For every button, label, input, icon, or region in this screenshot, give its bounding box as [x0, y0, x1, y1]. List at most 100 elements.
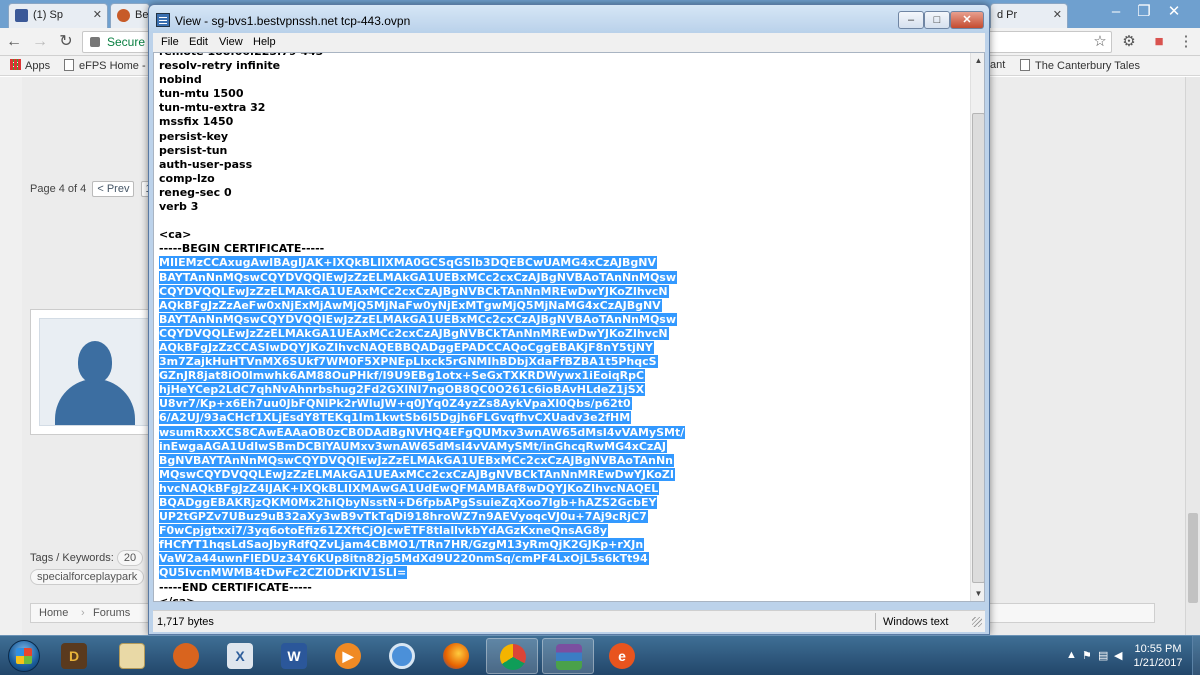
text-line[interactable]: nobind [159, 73, 959, 87]
page-scrollbar[interactable] [1185, 77, 1200, 635]
selected-text-line[interactable]: QU5IvcnMWMB4tDwFc2CZI0DrKIV1SLI= [159, 566, 959, 580]
text-line[interactable]: reneg-sec 0 [159, 186, 959, 200]
bookmark-canterbury[interactable]: The Canterbury Tales [1020, 59, 1140, 72]
star-icon[interactable]: ☆ [1091, 33, 1109, 51]
scrollbar-thumb[interactable] [972, 113, 984, 583]
text-line[interactable]: persist-tun [159, 144, 959, 158]
taskbar-app[interactable]: X [214, 638, 266, 674]
page-scrollbar-thumb[interactable] [1188, 513, 1198, 603]
bookmark-apps[interactable]: Apps [10, 59, 50, 72]
action-center-flag-icon[interactable]: ⚑ [1082, 649, 1092, 662]
editor-text[interactable]: remote 188.66.223.79 443resolv-retry inf… [159, 53, 959, 601]
browser-tab[interactable]: Bes [110, 3, 150, 28]
maximize-icon[interactable]: ❐ [1131, 2, 1157, 22]
taskbar-app[interactable]: D [48, 638, 100, 674]
text-line[interactable]: <ca> [159, 228, 959, 242]
text-line[interactable] [159, 214, 959, 228]
volume-icon[interactable]: ◀ [1114, 649, 1122, 662]
extension-badge-icon[interactable]: ■ [1150, 33, 1168, 51]
taskbar-app[interactable] [160, 638, 212, 674]
selected-text-line[interactable]: CQYDVQQLEwJzZzELMAkGA1UEAxMCc2cxCzAJBgNV… [159, 326, 959, 341]
taskbar-app[interactable] [542, 638, 594, 674]
close-icon[interactable]: ✕ [1161, 2, 1187, 22]
taskbar-app[interactable]: e [596, 638, 648, 674]
text-line[interactable]: persist-key [159, 130, 959, 144]
selected-text-line[interactable]: 3m7ZajkHuHTVnMX6SUkf7WM0F5XPNEpLIxck5rGN… [159, 355, 959, 369]
text-line[interactable]: tun-mtu-extra 32 [159, 101, 959, 115]
taskbar-app[interactable] [376, 638, 428, 674]
browser-tab[interactable]: (1) Sp ✕ [8, 3, 108, 28]
tag-pill[interactable]: specialforceplaypark [30, 569, 145, 585]
selected-text-line[interactable]: inEwgaAGA1UdIwSBmDCBlYAUMxv3wnAW65dMsI4v… [159, 439, 959, 454]
forward-arrow-icon[interactable]: → [30, 32, 50, 52]
vertical-scrollbar[interactable]: ▲ ▼ [970, 53, 984, 601]
selected-text-line[interactable]: VaW2a44uwnFlEDUz34Y6KUp8itn82jg5MdXd9U22… [159, 552, 959, 566]
avatar[interactable] [39, 318, 149, 426]
resize-grip-icon[interactable] [972, 617, 982, 627]
selected-text-line[interactable]: fHCfYT1hqsLdSaoJbyRdfQZvLjam4CBMO1/TRn7H… [159, 538, 959, 552]
bookmark-efps[interactable]: eFPS Home - e [64, 59, 155, 72]
text-line[interactable]: tun-mtu 1500 [159, 87, 959, 101]
extension-icon[interactable]: ⚙ [1120, 33, 1138, 51]
maximize-button[interactable]: □ [924, 11, 950, 29]
selected-text-line[interactable]: BAYTAnNnMQswCQYDVQQIEwJzZzELMAkGA1UEBxMC… [159, 270, 959, 285]
bookmark-item[interactable]: ant [990, 59, 1005, 71]
minimize-icon[interactable]: – [1103, 2, 1129, 22]
line-text: BQADggEBAKRjzQKM0Mx2hIQbyNsstN+D6fpbAPgS… [159, 496, 658, 509]
show-desktop-button[interactable] [1192, 636, 1200, 675]
menu-edit[interactable]: Edit [189, 36, 208, 48]
menu-file[interactable]: File [161, 36, 179, 48]
selected-text-line[interactable]: BgNVBAYTAnNnMQswCQYDVQQIEwJzZzELMAkGA1UE… [159, 453, 959, 468]
text-line[interactable]: -----END CERTIFICATE----- [159, 581, 959, 595]
taskbar-app[interactable] [430, 638, 482, 674]
text-line[interactable]: -----BEGIN CERTIFICATE----- [159, 242, 959, 256]
selected-text-line[interactable]: F0wCpjgtxxi7/3yq6otoEfiz61ZXftCjOJcwETF8… [159, 524, 959, 538]
line-text: fHCfYT1hqsLdSaoJbyRdfQZvLjam4CBMO1/TRn7H… [159, 538, 645, 552]
text-editor[interactable]: remote 188.66.223.79 443resolv-retry inf… [153, 52, 985, 602]
notepad-title-bar[interactable]: View - sg-bvs1.bestvpnssh.net tcp-443.ov… [149, 5, 989, 33]
text-line[interactable]: mssfix 1450 [159, 115, 959, 129]
menu-view[interactable]: View [219, 36, 243, 48]
selected-text-line[interactable]: CQYDVQQLEwJzZzELMAkGA1UEAxMCc2cxCzAJBgNV… [159, 284, 959, 299]
selected-text-line[interactable]: MQswCQYDVQQLEwJzZzELMAkGA1UEAxMCc2cxCzAJ… [159, 467, 959, 482]
text-line[interactable]: resolv-retry infinite [159, 59, 959, 73]
selected-text-line[interactable]: BAYTAnNnMQswCQYDVQQIEwJzZzELMAkGA1UEBxMC… [159, 312, 959, 327]
selected-text-line[interactable]: hvcNAQkBFgJzZ4IJAK+IXQkBLIIXMAwGA1UdEwQF… [159, 481, 959, 496]
selected-text-line[interactable]: BQADggEBAKRjzQKM0Mx2hIQbyNsstN+D6fpbAPgS… [159, 496, 959, 510]
network-icon[interactable]: ▤ [1098, 649, 1108, 662]
taskbar-app[interactable]: W [268, 638, 320, 674]
text-line[interactable]: auth-user-pass [159, 158, 959, 172]
text-line[interactable]: verb 3 [159, 200, 959, 214]
selected-text-line[interactable]: AQkBFgJzZzCCASIwDQYJKoZIhvcNAQEBBQADggEP… [159, 340, 959, 355]
back-arrow-icon[interactable]: ← [4, 32, 24, 52]
taskbar-app[interactable] [486, 638, 538, 674]
scroll-down-arrow-icon[interactable]: ▼ [971, 586, 984, 601]
text-line[interactable]: comp-lzo [159, 172, 959, 186]
menu-help[interactable]: Help [253, 36, 276, 48]
reload-icon[interactable]: ↻ [56, 32, 76, 52]
minimize-button[interactable]: – [898, 11, 924, 29]
selected-text-line[interactable]: MIIEMzCCAxugAwIBAgIJAK+IXQkBLIIXMA0GCSqG… [159, 256, 959, 270]
show-hidden-icons-icon[interactable]: ▲ [1066, 649, 1077, 661]
menu-icon[interactable]: ⋮ [1177, 33, 1195, 51]
scroll-up-arrow-icon[interactable]: ▲ [971, 53, 984, 68]
selected-text-line[interactable]: hjHeYCep2LdC7qhNvAhnrbshug2Fd2GXlNI7ngOB… [159, 383, 959, 397]
clock[interactable]: 10:55 PM 1/21/2017 [1128, 642, 1188, 670]
start-button[interactable] [2, 637, 46, 675]
selected-text-line[interactable]: GZnJR8jat8iO0lmwhk6AM88OuPHkf/I9U9EBg1ot… [159, 369, 959, 383]
selected-text-line[interactable]: 6/A2UJ/93aCHcf1XLjEsdY8TEKq1Im1kwtSb6I5D… [159, 411, 959, 425]
text-line[interactable]: </ca> [159, 595, 959, 601]
selected-text-line[interactable]: wsumRxxXCS8CAwEAAaOB0zCB0DAdBgNVHQ4EFgQU… [159, 425, 959, 440]
breadcrumb-home[interactable]: Home [39, 607, 68, 619]
text-line[interactable]: remote 188.66.223.79 443 [159, 53, 959, 59]
breadcrumb-forums[interactable]: Forums [93, 607, 130, 619]
close-button[interactable]: ✕ [950, 11, 984, 29]
selected-text-line[interactable]: U8vr7/Kp+x6Eh7uu0JbFQNlPk2rWluJW+q0JYq0Z… [159, 397, 959, 411]
prev-page-button[interactable]: < Prev [92, 181, 135, 197]
taskbar-app[interactable]: ▶ [322, 638, 374, 674]
tag-pill[interactable]: 20 [116, 550, 144, 566]
selected-text-line[interactable]: UP2tGPZv7UBuz9uB32aXy3wB9vTkTqDi918hroWZ… [159, 510, 959, 524]
close-tab-icon[interactable]: ✕ [93, 8, 102, 21]
taskbar-app[interactable] [106, 638, 158, 674]
selected-text-line[interactable]: AQkBFgJzZzAeFw0xNjExMjAwMjQ5MjNaFw0yNjEx… [159, 298, 959, 313]
